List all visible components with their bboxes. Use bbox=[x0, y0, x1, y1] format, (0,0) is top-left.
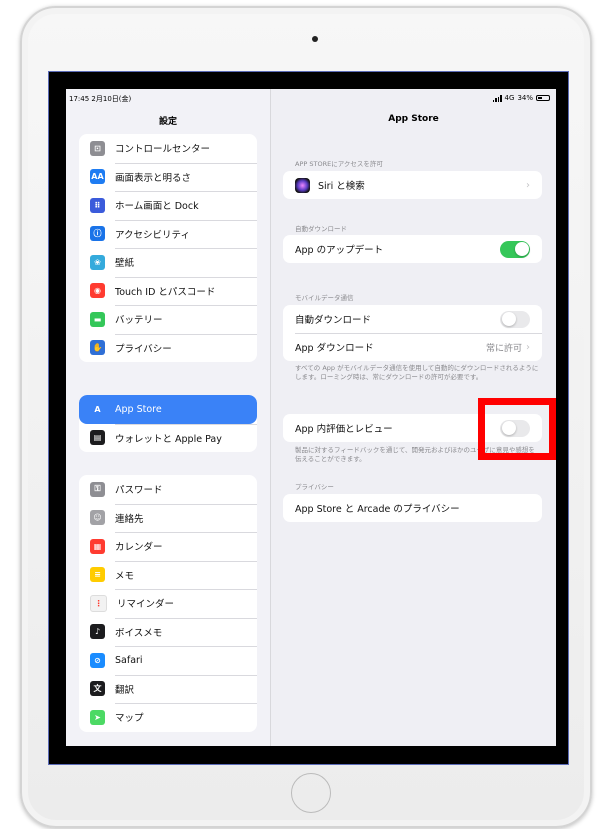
sidebar-title: 設定 bbox=[158, 117, 177, 127]
sidebar-item-label: ウォレットと Apple Pay bbox=[115, 433, 222, 445]
auto-download-section-header: 自動ダウンロード bbox=[295, 225, 347, 233]
sidebar-item-label: App Store bbox=[115, 403, 162, 415]
highlight-box bbox=[478, 398, 556, 460]
app-update-label: App のアップデート bbox=[295, 245, 384, 256]
app-download-row[interactable]: App ダウンロード 常に許可 › bbox=[283, 333, 542, 361]
wallpaper-icon: ❀ bbox=[90, 254, 105, 270]
sidebar-item[interactable]: ⊘ Safari bbox=[79, 646, 257, 675]
fingerprint-icon: ◉ bbox=[90, 283, 105, 299]
sidebar-item[interactable]: ⓘ アクセシビリティ bbox=[79, 219, 257, 249]
sidebar-item-label: Touch ID とパスコード bbox=[115, 286, 216, 298]
sidebar-item-label: Safari bbox=[115, 654, 143, 666]
chevron-right-icon: › bbox=[526, 179, 530, 191]
cellular-card: 自動ダウンロード App ダウンロード 常に許可 › bbox=[283, 305, 542, 361]
status-date: 2月10日(金) bbox=[91, 95, 132, 103]
siri-search-label: Siri と検索 bbox=[318, 181, 365, 192]
sidebar-item-label: ホーム画面と Dock bbox=[115, 201, 199, 213]
sidebar-item-label: 壁紙 bbox=[115, 258, 135, 270]
sidebar-group-apps: ⚿ パスワード ☺ 連絡先 ▦ カレンダー ≡ メモ ⋮ リマインダー ♪ ボイスメモ ⊘ Safari 文… bbox=[79, 475, 257, 732]
settings-sidebar: 設定 ⊡ コントロールセンター AA 画面表示と明るさ ⠿ ホーム画面と Dock ⓘ アクセ… bbox=[66, 89, 271, 746]
access-card: Siri と検索 › bbox=[283, 171, 542, 199]
accessibility-icon: ⓘ bbox=[90, 226, 105, 242]
maps-icon: ➤ bbox=[90, 709, 105, 725]
app-store-icon: A bbox=[94, 404, 101, 414]
auto-download-row: 自動ダウンロード bbox=[283, 305, 542, 333]
chevron-right-icon: › bbox=[526, 341, 530, 353]
auto-download-card: App のアップデート bbox=[283, 235, 542, 263]
privacy-link[interactable]: App Store と Arcade のプライバシー bbox=[295, 501, 530, 515]
privacy-hand-icon: ✋ bbox=[90, 340, 105, 356]
translate-icon: 文 bbox=[90, 681, 105, 697]
sidebar-item-label: 連絡先 bbox=[115, 513, 144, 525]
cellular-footer: すべての App がモバイルデータ通信を使用して自動的にダウンロードされるように… bbox=[295, 364, 539, 381]
sidebar-item[interactable]: ☺ 連絡先 bbox=[79, 503, 257, 533]
battery-icon: ▬ bbox=[90, 311, 105, 327]
sidebar-item[interactable]: ➤ マップ bbox=[79, 703, 257, 732]
sidebar-item-label: リマインダー bbox=[117, 599, 175, 611]
siri-icon bbox=[295, 177, 310, 193]
sidebar-item[interactable]: ❀ 壁紙 bbox=[79, 248, 257, 277]
sidebar-item[interactable]: AA 画面表示と明るさ bbox=[79, 162, 257, 192]
app-update-toggle[interactable] bbox=[500, 240, 530, 258]
privacy-section-header: プライバシー bbox=[295, 483, 334, 491]
home-screen-icon: ⠿ bbox=[90, 197, 105, 213]
detail-title: App Store bbox=[388, 114, 439, 124]
display-brightness-icon: AA bbox=[90, 169, 105, 185]
privacy-card: App Store と Arcade のプライバシー bbox=[283, 494, 542, 522]
sidebar-item-label: アクセシビリティ bbox=[115, 229, 190, 241]
sidebar-item[interactable]: 文翻訳 bbox=[79, 674, 257, 704]
app-download-label: App ダウンロード bbox=[295, 343, 374, 354]
sidebar-item[interactable]: ▦ カレンダー bbox=[79, 532, 257, 561]
auto-download-toggle[interactable] bbox=[500, 310, 530, 328]
ratings-label: App 内評価とレビュー bbox=[295, 424, 393, 435]
status-time: 17:45 bbox=[69, 95, 90, 103]
sidebar-item-label: メモ bbox=[115, 570, 135, 582]
sidebar-item-label: カレンダー bbox=[115, 542, 163, 554]
sidebar-item-label: バッテリー bbox=[115, 315, 163, 327]
status-time-date: 17:45 2月10日(金) bbox=[69, 94, 131, 104]
sidebar-item[interactable]: ◉ Touch ID とパスコード bbox=[79, 276, 257, 306]
voice-memo-icon: ♪ bbox=[90, 624, 105, 640]
sidebar-group-store: A App Store ▤ ウォレットと Apple Pay bbox=[79, 395, 257, 452]
sidebar-item[interactable]: ⊡ コントロールセンター bbox=[79, 134, 257, 163]
sidebar-item[interactable]: ♪ ボイスメモ bbox=[79, 617, 257, 647]
sidebar-item[interactable]: ≡ メモ bbox=[79, 560, 257, 590]
sidebar-item-label: コントロールセンター bbox=[115, 144, 211, 156]
sidebar-item[interactable]: ▬ バッテリー bbox=[79, 305, 257, 334]
sidebar-item-label: プライバシー bbox=[115, 343, 172, 355]
wallet-icon: ▤ bbox=[90, 430, 105, 446]
sidebar-item[interactable]: A App Store bbox=[79, 395, 257, 424]
access-section-header: APP STOREにアクセスを許可 bbox=[295, 160, 383, 168]
notes-icon: ≡ bbox=[90, 567, 105, 583]
sidebar-item[interactable]: ✋ プライバシー bbox=[79, 333, 257, 363]
sidebar-item[interactable]: ▤ ウォレットと Apple Pay bbox=[79, 423, 257, 453]
cellular-section-header: モバイルデータ通信 bbox=[295, 294, 354, 302]
calendar-icon: ▦ bbox=[90, 538, 105, 554]
auto-download-label: 自動ダウンロード bbox=[295, 315, 372, 326]
sidebar-item-label: ボイスメモ bbox=[115, 627, 163, 639]
key-icon: ⚿ bbox=[90, 481, 105, 497]
contacts-icon: ☺ bbox=[90, 510, 105, 526]
sidebar-item[interactable]: ⠿ ホーム画面と Dock bbox=[79, 191, 257, 220]
safari-icon: ⊘ bbox=[90, 652, 105, 668]
privacy-link-row[interactable]: App Store と Arcade のプライバシー bbox=[283, 494, 542, 522]
sidebar-item[interactable]: ⋮ リマインダー bbox=[79, 589, 257, 618]
sidebar-item-label: マップ bbox=[115, 713, 144, 725]
control-center-icon: ⊡ bbox=[90, 140, 105, 156]
sidebar-item-label: 翻訳 bbox=[115, 684, 135, 696]
reminders-icon: ⋮ bbox=[90, 594, 107, 612]
sidebar-item-label: 画面表示と明るさ bbox=[115, 172, 192, 184]
siri-search-row[interactable]: Siri と検索 › bbox=[283, 171, 542, 199]
app-download-value: 常に許可 bbox=[485, 343, 522, 354]
sidebar-item-label: パスワード bbox=[115, 485, 163, 497]
sidebar-group-display: ⊡ コントロールセンター AA 画面表示と明るさ ⠿ ホーム画面と Dock ⓘ アクセシビリ… bbox=[79, 134, 257, 362]
front-camera bbox=[312, 36, 318, 42]
sidebar-item[interactable]: ⚿ パスワード bbox=[79, 475, 257, 504]
home-button[interactable] bbox=[291, 773, 331, 813]
app-update-row: App のアップデート bbox=[283, 235, 542, 263]
